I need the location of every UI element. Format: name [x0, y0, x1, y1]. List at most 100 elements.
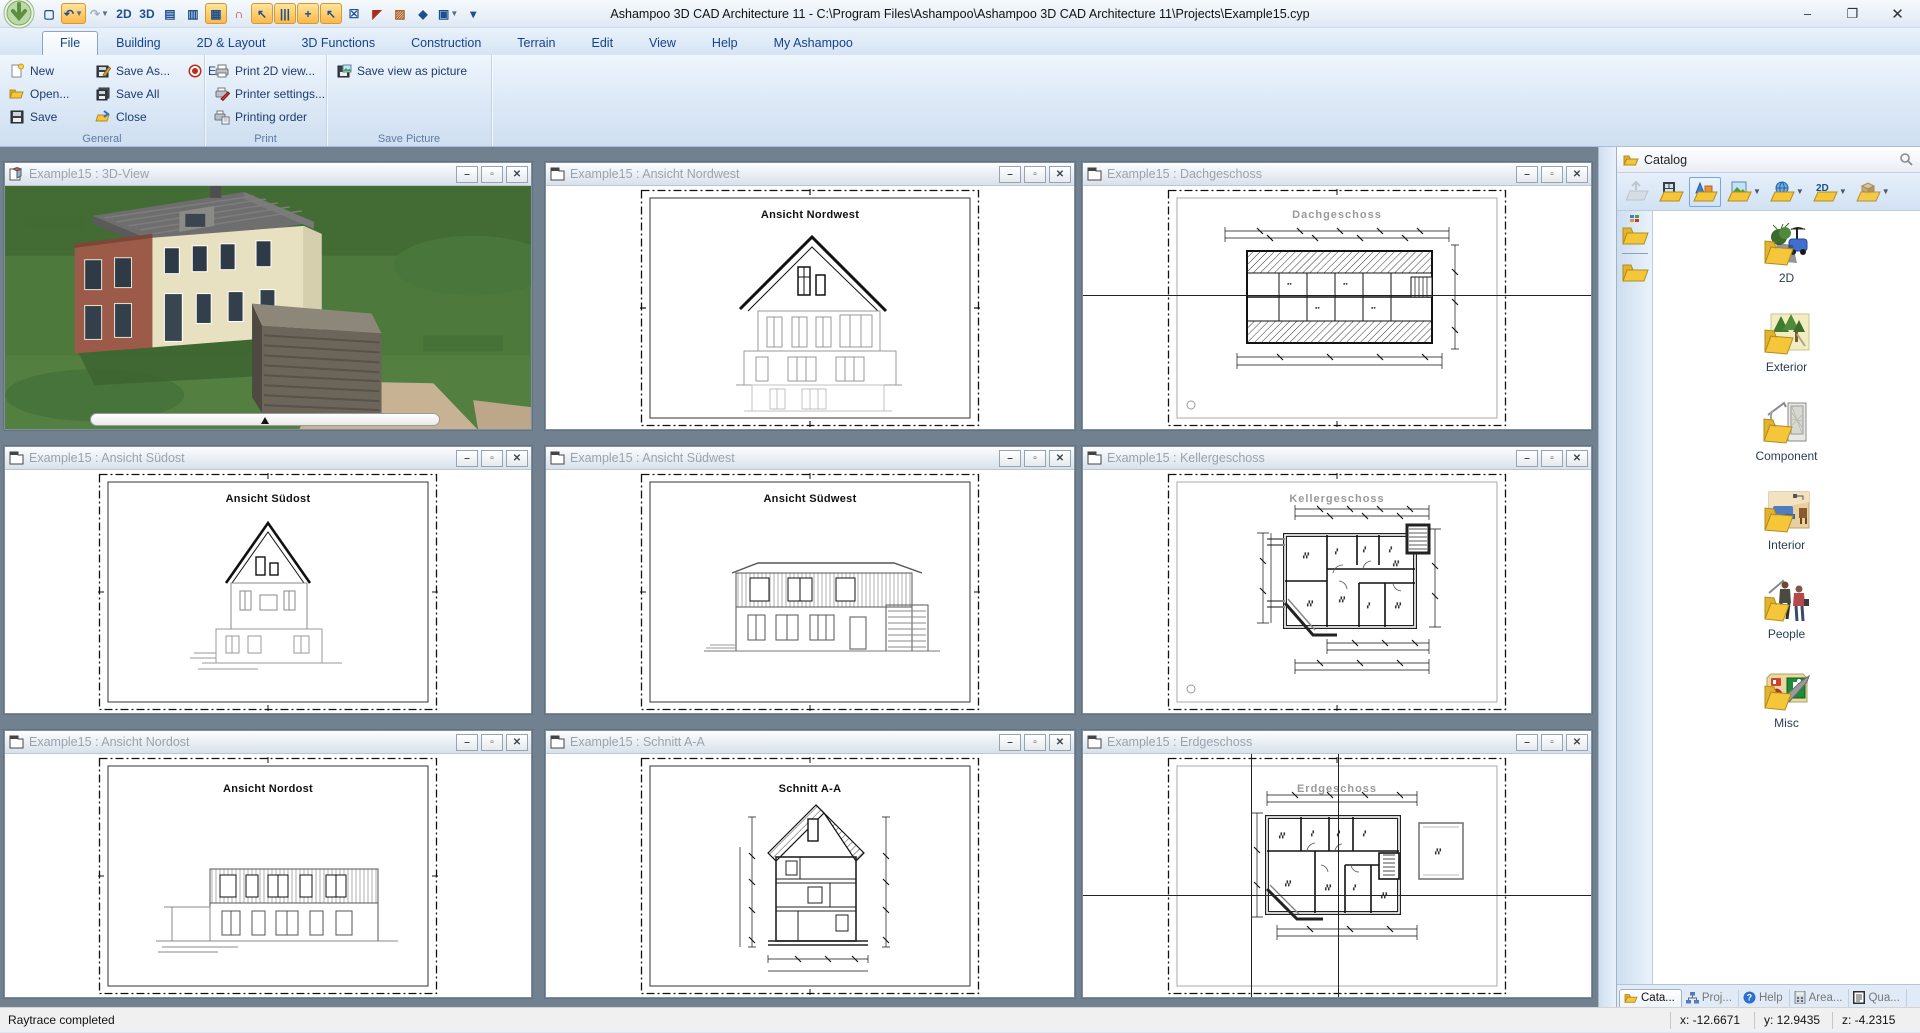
- copy-view-icon[interactable]: ▣▼: [435, 3, 461, 24]
- save-as-button[interactable]: Save As...: [92, 60, 184, 81]
- close-button-ribbon[interactable]: Close: [92, 106, 184, 127]
- catalog-root-folder-icon[interactable]: [1621, 223, 1649, 247]
- catalog-item-people[interactable]: People: [1763, 579, 1811, 641]
- titlebar[interactable]: ▢↶▼↷▼2D3D▤▥▦∩↖|||+↖☒◤▨◆▣▼▾ Ashampoo 3D C…: [0, 0, 1920, 28]
- child-restore-button[interactable]: ▫: [1024, 166, 1046, 183]
- redo-icon[interactable]: ↷▼: [87, 3, 112, 24]
- catalog-item-2d[interactable]: 2D: [1763, 223, 1811, 285]
- child-close-button[interactable]: ✕: [506, 450, 528, 467]
- child-restore-button[interactable]: ▫: [1541, 450, 1563, 467]
- child-window-ansicht-nordwest[interactable]: Example15 : Ansicht Nordwest – ▫ ✕: [545, 162, 1075, 430]
- child-minimize-button[interactable]: –: [456, 734, 478, 751]
- drawing-canvas[interactable]: Schnitt A-A: [546, 754, 1074, 997]
- 2d-plan-window-icon[interactable]: [9, 451, 24, 465]
- child-window-ansicht-suedwest[interactable]: Example15 : Ansicht Südwest – ▫ ✕: [545, 446, 1075, 714]
- child-minimize-button[interactable]: –: [999, 734, 1021, 751]
- workspace-scrollbar[interactable]: [1598, 147, 1616, 1007]
- print-2d-view-button[interactable]: Print 2D view...: [211, 60, 322, 81]
- new-button[interactable]: New: [6, 60, 92, 81]
- ribbon-tab-view[interactable]: View: [631, 31, 694, 55]
- child-window-kellergeschoss[interactable]: Example15 : Kellergeschoss – ▫ ✕: [1082, 446, 1592, 714]
- child-minimize-button[interactable]: –: [1516, 450, 1538, 467]
- child-minimize-button[interactable]: –: [1516, 734, 1538, 751]
- 3d-viewport[interactable]: [5, 186, 531, 429]
- pen-tool-icon[interactable]: ◆: [412, 3, 434, 24]
- child-close-button[interactable]: ✕: [1566, 166, 1588, 183]
- child-window-titlebar[interactable]: Example15 : Ansicht Südost – ▫ ✕: [5, 447, 531, 470]
- redo-icon-dropdown[interactable]: ▼: [101, 9, 109, 18]
- child-restore-button[interactable]: ▫: [1541, 734, 1563, 751]
- 2d-plan-window-icon[interactable]: [1087, 167, 1102, 181]
- catalog-subfolder-icon[interactable]: [1621, 260, 1649, 284]
- child-restore-button[interactable]: ▫: [1541, 166, 1563, 183]
- tab-quantities[interactable]: Qua...: [1849, 989, 1906, 1007]
- child-restore-button[interactable]: ▫: [481, 450, 503, 467]
- child-window-titlebar[interactable]: Example15 : Dachgeschoss – ▫ ✕: [1083, 163, 1591, 186]
- ribbon-tab-help[interactable]: Help: [694, 31, 756, 55]
- view-2d-icon[interactable]: 2D: [113, 3, 135, 24]
- child-minimize-button[interactable]: –: [456, 450, 478, 467]
- child-restore-button[interactable]: ▫: [1024, 734, 1046, 751]
- child-restore-button[interactable]: ▫: [481, 734, 503, 751]
- internet-folder-icon[interactable]: ▼: [1766, 177, 1807, 207]
- ribbon-tab-my-ashampoo[interactable]: My Ashampoo: [756, 31, 871, 55]
- select-element-icon[interactable]: ↖: [251, 3, 273, 24]
- view-3d-icon[interactable]: 3D: [136, 3, 158, 24]
- ribbon-tab-terrain[interactable]: Terrain: [499, 31, 573, 55]
- app-logo-icon[interactable]: [2, 0, 36, 30]
- ribbon-tab-edit[interactable]: Edit: [574, 31, 632, 55]
- child-minimize-button[interactable]: –: [1516, 166, 1538, 183]
- snap-point-icon[interactable]: +: [297, 3, 319, 24]
- up-folder-icon[interactable]: [1621, 177, 1653, 207]
- objects-folder-icon[interactable]: [1689, 177, 1721, 207]
- child-close-button[interactable]: ✕: [506, 166, 528, 183]
- split-horizontal-icon[interactable]: ▤: [159, 3, 181, 24]
- drawing-canvas[interactable]: ▞▞▞▞▞ ▞▞▞▞▞▞▞ ▞▞: [1083, 754, 1591, 997]
- search-icon[interactable]: [1899, 152, 1914, 167]
- child-window-titlebar[interactable]: Example15 : Schnitt A-A – ▫ ✕: [546, 731, 1074, 754]
- drawing-canvas[interactable]: Ansicht Nordost: [5, 754, 531, 997]
- tab-project[interactable]: Proj...: [1682, 990, 1739, 1007]
- child-window-dachgeschoss[interactable]: Example15 : Dachgeschoss – ▫ ✕: [1082, 162, 1592, 430]
- child-minimize-button[interactable]: –: [456, 166, 478, 183]
- catalog-item-misc[interactable]: Misc: [1763, 668, 1811, 730]
- child-restore-button[interactable]: ▫: [481, 166, 503, 183]
- ribbon-tab-file[interactable]: File: [42, 31, 98, 55]
- child-close-button[interactable]: ✕: [1049, 734, 1071, 751]
- tab-catalog[interactable]: Cata...: [1619, 989, 1682, 1007]
- pointer-icon[interactable]: ↖: [320, 3, 342, 24]
- drawing-canvas[interactable]: Ansicht Nordwest: [546, 186, 1074, 429]
- split-vertical-icon[interactable]: ▥: [182, 3, 204, 24]
- 2d-plan-window-icon[interactable]: [1087, 451, 1102, 465]
- child-close-button[interactable]: ✕: [1049, 450, 1071, 467]
- 3d-view-window-icon[interactable]: [9, 167, 24, 181]
- 2d-plan-window-icon[interactable]: [550, 167, 565, 181]
- maximize-button[interactable]: ❐: [1830, 0, 1875, 28]
- 2d-plan-window-icon[interactable]: [9, 735, 24, 749]
- child-window-erdgeschoss[interactable]: Example15 : Erdgeschoss – ▫ ✕: [1082, 730, 1592, 998]
- child-window-titlebar[interactable]: Example15 : 3D-View – ▫ ✕: [5, 163, 531, 186]
- child-window-ansicht-nordost[interactable]: Example15 : Ansicht Nordost – ▫ ✕: [4, 730, 532, 998]
- save-view-as-picture-button[interactable]: Save view as picture: [333, 60, 487, 81]
- child-window-ansicht-suedost[interactable]: Example15 : Ansicht Südost – ▫ ✕: [4, 446, 532, 714]
- minimize-button[interactable]: –: [1785, 0, 1830, 28]
- ribbon-tab-3d-functions[interactable]: 3D Functions: [283, 31, 393, 55]
- grid-icon[interactable]: ▦: [205, 3, 227, 24]
- close-button[interactable]: ✕: [1875, 0, 1920, 28]
- drawing-canvas[interactable]: Ansicht Südost: [5, 470, 531, 713]
- save-all-button[interactable]: Save All: [92, 83, 184, 104]
- ribbon-tab-2d-layout[interactable]: 2D & Layout: [179, 31, 284, 55]
- child-restore-button[interactable]: ▫: [1024, 450, 1046, 467]
- undo-icon-dropdown[interactable]: ▼: [75, 9, 83, 18]
- walkthrough-slider[interactable]: [90, 413, 440, 426]
- roof-edit-icon[interactable]: ▨: [389, 3, 411, 24]
- ribbon-tab-construction[interactable]: Construction: [393, 31, 499, 55]
- save-button[interactable]: Save: [6, 106, 92, 127]
- child-window-3d-view[interactable]: Example15 : 3D-View – ▫ ✕: [4, 162, 532, 430]
- components-folder-icon[interactable]: [1655, 177, 1687, 207]
- catalog-item-component[interactable]: Component: [1755, 401, 1817, 463]
- copy-view-icon-dropdown[interactable]: ▼: [450, 9, 458, 18]
- roof-tool-icon[interactable]: ◤: [366, 3, 388, 24]
- catalog-item-exterior[interactable]: Exterior: [1763, 312, 1811, 374]
- child-close-button[interactable]: ✕: [1049, 166, 1071, 183]
